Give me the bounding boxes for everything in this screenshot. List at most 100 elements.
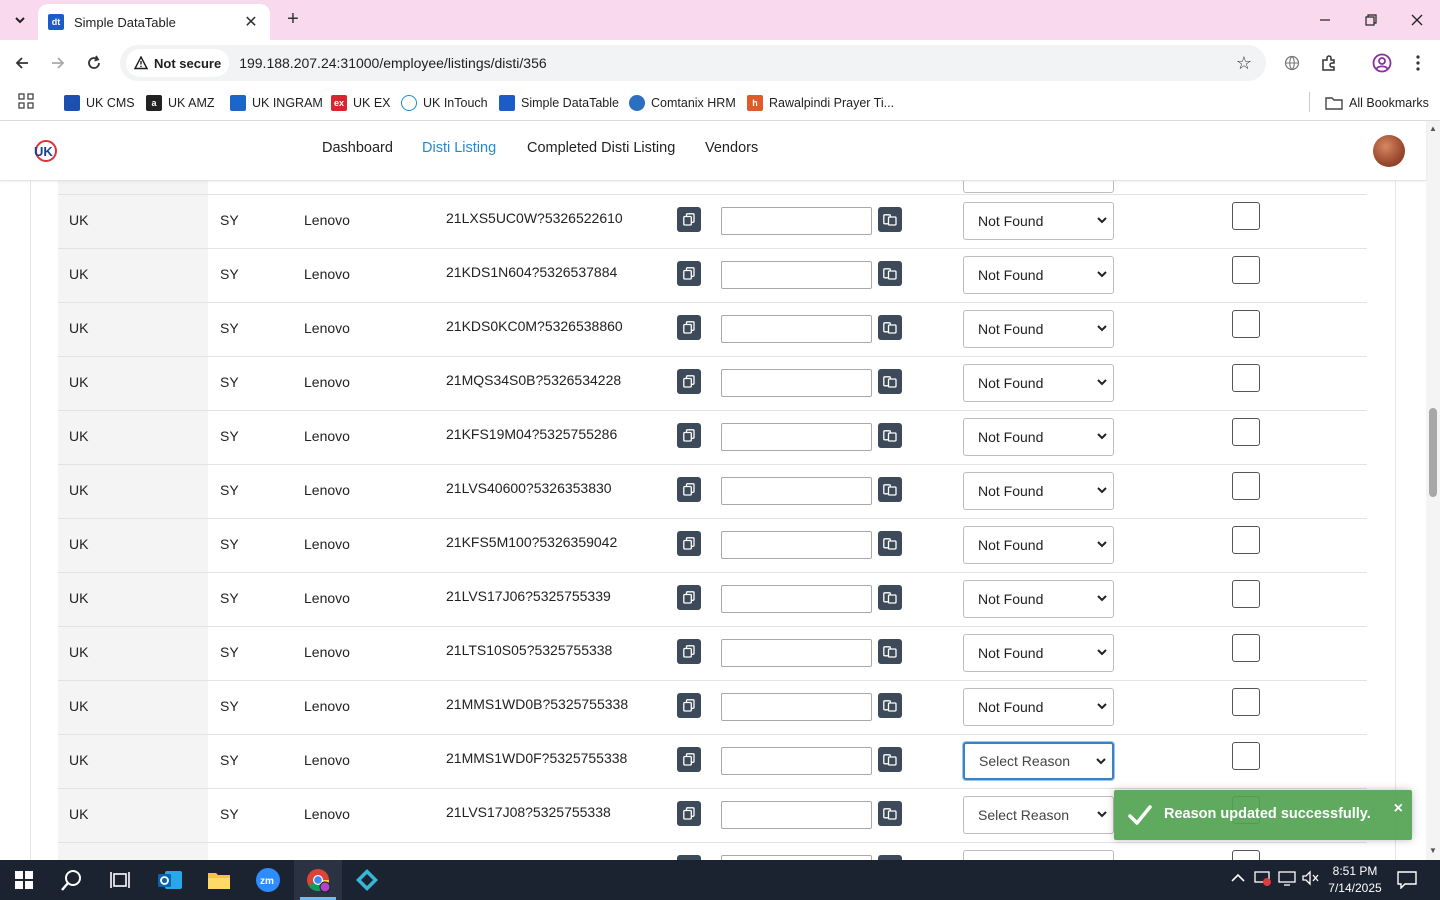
- restore-button[interactable]: [1355, 6, 1387, 34]
- reason-select[interactable]: Not Found: [963, 418, 1114, 456]
- bookmark-rawalpindi-prayer[interactable]: h Rawalpindi Prayer Ti...: [747, 93, 894, 113]
- row-checkbox[interactable]: [1232, 634, 1260, 662]
- text-input[interactable]: [721, 207, 872, 235]
- row-checkbox[interactable]: [1232, 256, 1260, 284]
- reason-select[interactable]: Not Found: [963, 580, 1114, 618]
- text-input[interactable]: [721, 693, 872, 721]
- reason-select[interactable]: [963, 850, 1114, 860]
- copy-button[interactable]: [677, 693, 701, 718]
- notifications-icon[interactable]: [1397, 871, 1417, 892]
- paste-button[interactable]: [878, 369, 902, 394]
- url-text[interactable]: 199.188.207.24:31000/employee/listings/d…: [239, 55, 546, 71]
- reason-select[interactable]: Not Found: [963, 526, 1114, 564]
- row-checkbox[interactable]: [1232, 526, 1260, 554]
- browser-tab[interactable]: dt Simple DataTable ✕: [38, 4, 270, 40]
- row-checkbox[interactable]: [1232, 472, 1260, 500]
- scrollbar-thumb[interactable]: [1429, 408, 1437, 497]
- reason-select[interactable]: Not Found: [963, 688, 1114, 726]
- row-checkbox[interactable]: [1232, 688, 1260, 716]
- paste-button[interactable]: [878, 639, 902, 664]
- paste-button[interactable]: [878, 747, 902, 772]
- vscode-like-app[interactable]: [343, 860, 391, 900]
- row-checkbox[interactable]: [1232, 202, 1260, 230]
- kebab-menu-icon[interactable]: [1407, 52, 1429, 74]
- copy-button[interactable]: [677, 585, 701, 610]
- close-window-button[interactable]: [1401, 6, 1433, 34]
- reason-select[interactable]: Not Found: [963, 634, 1114, 672]
- reason-select[interactable]: Not Found: [963, 256, 1114, 294]
- row-checkbox[interactable]: [1232, 310, 1260, 338]
- scroll-up-arrow-icon[interactable]: ▲: [1429, 125, 1437, 133]
- address-bar[interactable]: Not secure 199.188.207.24:31000/employee…: [120, 45, 1266, 81]
- copy-button[interactable]: [677, 531, 701, 556]
- search-button[interactable]: [48, 860, 96, 900]
- reason-select[interactable]: [963, 181, 1114, 193]
- row-checkbox[interactable]: [1232, 742, 1260, 770]
- text-input[interactable]: [721, 801, 872, 829]
- chevron-up-icon[interactable]: [1231, 870, 1245, 886]
- chrome-app[interactable]: [294, 860, 342, 900]
- apps-grid-icon[interactable]: [18, 93, 34, 114]
- copy-button[interactable]: [677, 801, 701, 826]
- copy-button[interactable]: [677, 423, 701, 448]
- nav-completed-disti-listing[interactable]: Completed Disti Listing: [527, 140, 675, 156]
- bookmark-uk-amz[interactable]: a UK AMZ: [146, 93, 215, 113]
- tab-search-button[interactable]: [8, 8, 32, 32]
- globe-icon[interactable]: [1281, 52, 1303, 74]
- row-checkbox[interactable]: [1232, 418, 1260, 446]
- nav-vendors[interactable]: Vendors: [705, 140, 758, 156]
- copy-button[interactable]: [677, 261, 701, 286]
- reason-select[interactable]: Not Found: [963, 202, 1114, 240]
- copy-button[interactable]: [677, 315, 701, 340]
- profile-icon[interactable]: [1371, 52, 1393, 74]
- paste-button[interactable]: [878, 423, 902, 448]
- text-input[interactable]: [721, 369, 872, 397]
- text-input[interactable]: [721, 423, 872, 451]
- reason-select[interactable]: Select Reason: [963, 796, 1114, 834]
- toast-close-icon[interactable]: ×: [1394, 800, 1403, 818]
- start-button[interactable]: [0, 860, 48, 900]
- volume-muted-icon[interactable]: [1302, 870, 1320, 889]
- system-clock[interactable]: 8:51 PM 7/14/2025: [1322, 863, 1388, 897]
- reason-select[interactable]: Not Found: [963, 310, 1114, 348]
- paste-button[interactable]: [878, 477, 902, 502]
- row-checkbox[interactable]: [1232, 580, 1260, 608]
- copy-button[interactable]: [677, 477, 701, 502]
- back-button[interactable]: [9, 50, 35, 76]
- site-security-chip[interactable]: Not secure: [126, 49, 230, 77]
- reason-select[interactable]: Not Found: [963, 364, 1114, 402]
- text-input[interactable]: [721, 531, 872, 559]
- user-avatar[interactable]: [1373, 135, 1405, 167]
- task-view-button[interactable]: [96, 860, 144, 900]
- nav-disti-listing[interactable]: Disti Listing: [422, 140, 496, 156]
- reason-select[interactable]: Select Reason: [963, 742, 1114, 780]
- paste-button[interactable]: [878, 261, 902, 286]
- minimize-button[interactable]: [1309, 6, 1341, 34]
- page-scrollbar[interactable]: ▲ ▼: [1426, 121, 1440, 860]
- display-icon[interactable]: [1278, 870, 1296, 889]
- copy-button[interactable]: [677, 369, 701, 394]
- bookmark-comtanix-hrm[interactable]: Comtanix HRM: [629, 93, 736, 113]
- nav-dashboard[interactable]: Dashboard: [322, 140, 393, 156]
- paste-button[interactable]: [878, 207, 902, 232]
- uk-logo-icon[interactable]: UK: [32, 138, 58, 164]
- text-input[interactable]: [721, 477, 872, 505]
- scroll-down-arrow-icon[interactable]: ▼: [1429, 847, 1437, 855]
- forward-button[interactable]: [45, 50, 71, 76]
- extensions-icon[interactable]: [1318, 52, 1340, 74]
- bookmark-simple-datatable[interactable]: Simple DataTable: [499, 93, 619, 113]
- zoom-app[interactable]: zm: [244, 860, 292, 900]
- paste-button[interactable]: [878, 531, 902, 556]
- bookmark-uk-ex[interactable]: ex UK EX: [331, 93, 391, 113]
- row-checkbox[interactable]: [1232, 364, 1260, 392]
- all-bookmarks[interactable]: All Bookmarks: [1325, 93, 1429, 113]
- bookmark-uk-ingram[interactable]: UK INGRAM: [230, 93, 323, 113]
- bookmark-star-icon[interactable]: ☆: [1236, 53, 1252, 74]
- row-checkbox[interactable]: [1232, 850, 1260, 860]
- paste-button[interactable]: [878, 585, 902, 610]
- reload-button[interactable]: [81, 50, 107, 76]
- file-explorer-app[interactable]: [195, 860, 243, 900]
- bookmark-uk-cms[interactable]: UK CMS: [64, 93, 135, 113]
- copy-button[interactable]: [677, 207, 701, 232]
- copy-button[interactable]: [677, 747, 701, 772]
